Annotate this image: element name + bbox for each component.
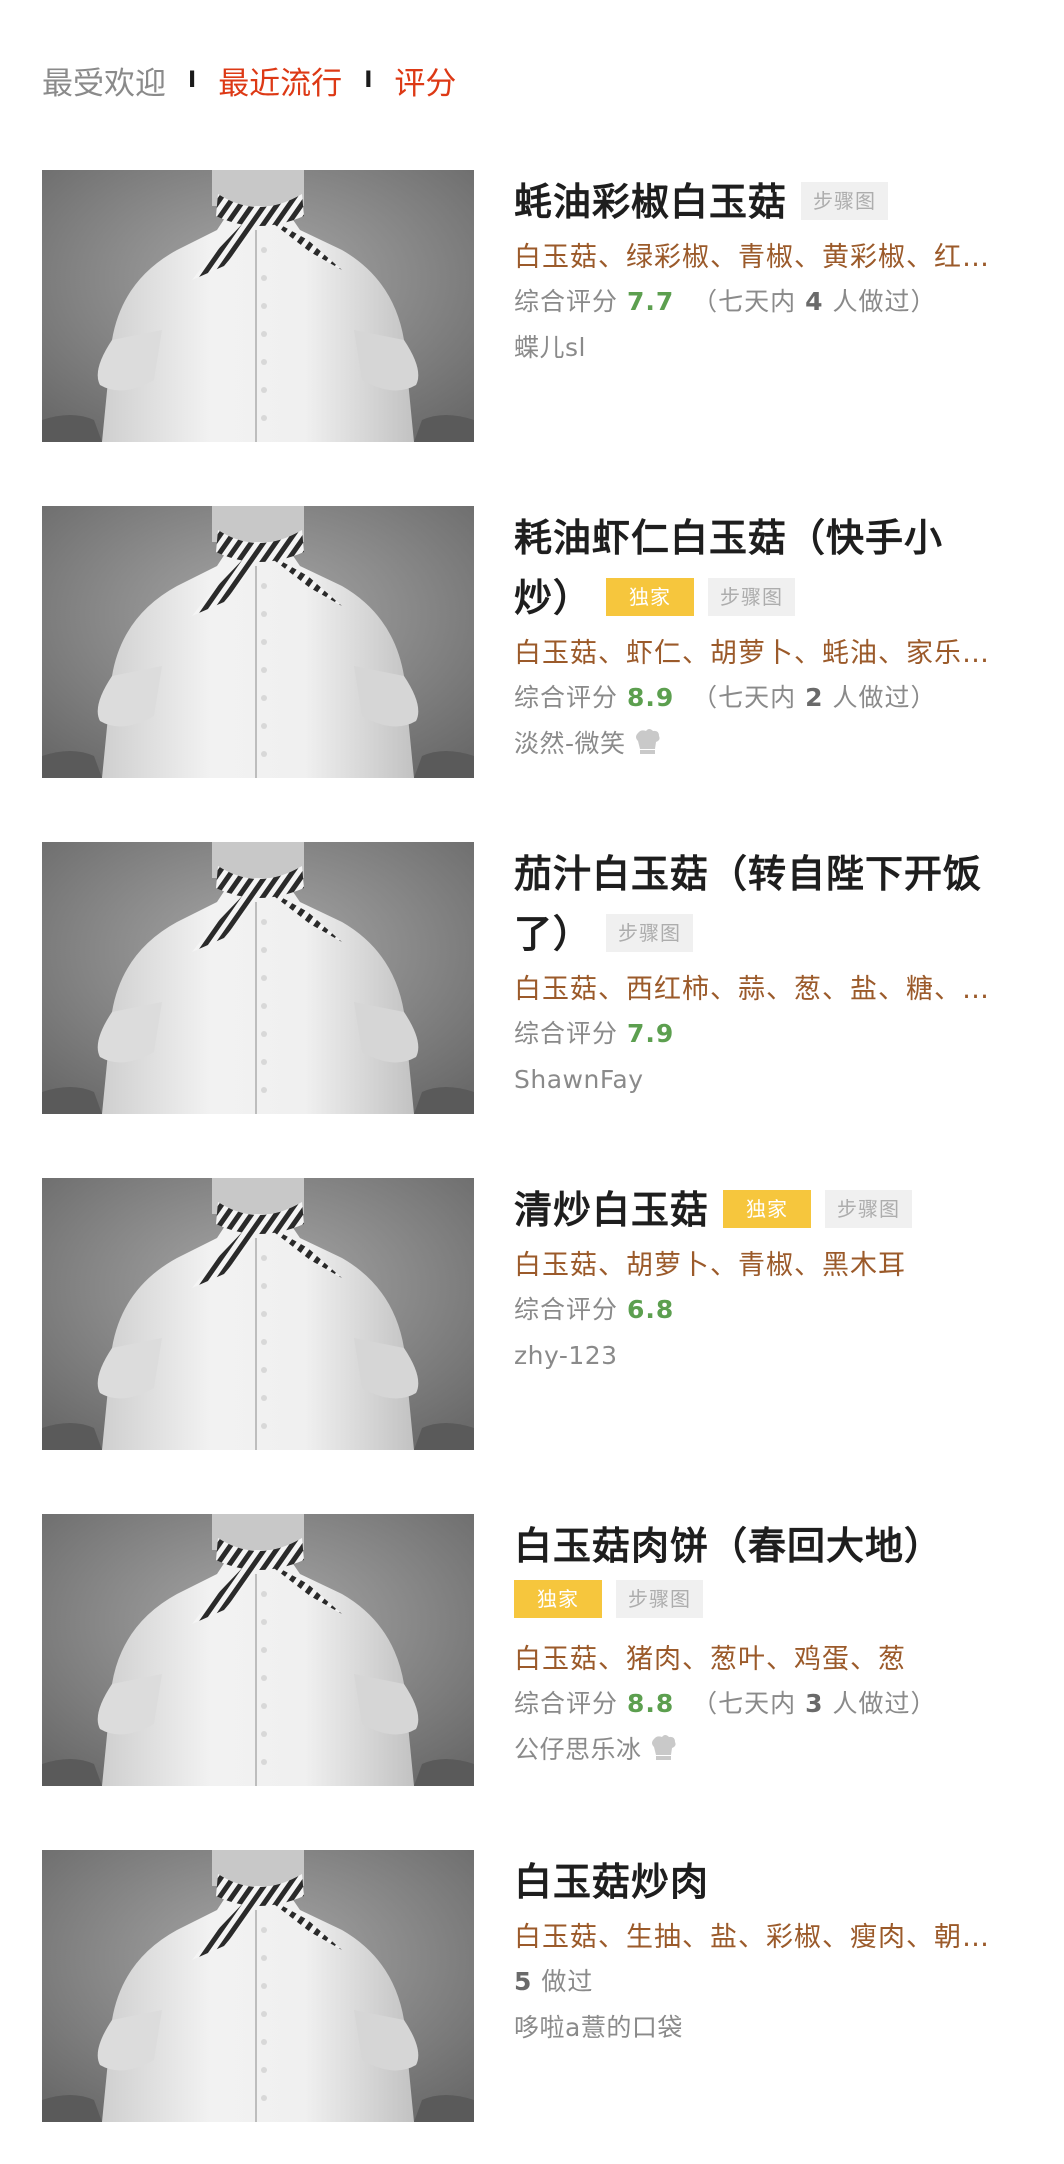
- recipe-title[interactable]: 蚝油彩椒白玉菇 步骤图: [514, 172, 1004, 232]
- rating-line: 综合评分 7.7 （七天内 4 人做过）: [514, 287, 937, 316]
- recipe-title-line2[interactable]: 炒） 独家 步骤图: [514, 568, 1004, 628]
- ingredients: 白玉菇、生抽、盐、彩椒、瘦肉、朝…: [514, 1922, 990, 1953]
- recipe-thumbnail[interactable]: [42, 842, 474, 1114]
- author-name[interactable]: 公仔思乐冰: [514, 1735, 642, 1764]
- steps-badge: 步骤图: [708, 577, 796, 616]
- made-count: 5: [514, 1967, 533, 1996]
- rating-line: 综合评分 8.8 （七天内 3 人做过）: [514, 1689, 937, 1718]
- rating-line: 综合评分 6.8: [514, 1295, 675, 1324]
- recipe-thumbnail[interactable]: [42, 506, 474, 778]
- exclusive-badge: 独家: [723, 1189, 812, 1228]
- author-name[interactable]: 淡然-微笑: [514, 729, 626, 758]
- recipe-info: 清炒白玉菇 独家 步骤图 白玉菇、胡萝卜、青椒、黑木耳 综合评分 6.8 zhy-1…: [514, 1180, 1004, 1380]
- recipe-item[interactable]: 清炒白玉菇 独家 步骤图 白玉菇、胡萝卜、青椒、黑木耳 综合评分 6.8 zhy-1…: [0, 1178, 1064, 1454]
- exclusive-badge: 独家: [606, 577, 695, 616]
- exclusive-badge: 独家: [514, 1580, 602, 1618]
- rating-line: 综合评分 8.9 （七天内 2 人做过）: [514, 683, 937, 712]
- rating-score: 7.9: [626, 1019, 675, 1048]
- recipe-thumbnail[interactable]: [42, 1850, 474, 2122]
- recipe-title-line2[interactable]: 了） 步骤图: [514, 904, 1004, 964]
- ingredients: 白玉菇、胡萝卜、青椒、黑木耳: [514, 1250, 906, 1281]
- recipe-item[interactable]: 蚝油彩椒白玉菇 步骤图 白玉菇、绿彩椒、青椒、黄彩椒、红… 综合评分 7.7 （七…: [0, 170, 1064, 446]
- ingredients: 白玉菇、绿彩椒、青椒、黄彩椒、红…: [514, 242, 990, 273]
- steps-badge: 步骤图: [606, 913, 694, 952]
- week-count: 4: [805, 287, 824, 316]
- recipe-item[interactable]: 白玉菇肉饼（春回大地） 独家 步骤图 白玉菇、猪肉、葱叶、鸡蛋、葱 综合评分 8.…: [0, 1514, 1064, 1790]
- author-row[interactable]: 淡然-微笑: [514, 720, 1004, 768]
- ingredients: 白玉菇、猪肉、葱叶、鸡蛋、葱: [514, 1644, 906, 1675]
- recipe-item[interactable]: 白玉菇炒肉 白玉菇、生抽、盐、彩椒、瘦肉、朝… 5 做过 哆啦a薏的口袋: [0, 1850, 1064, 2126]
- recipe-item[interactable]: 耗油虾仁白玉菇（快手小 炒） 独家 步骤图 白玉菇、虾仁、胡萝卜、蚝油、家乐… 综合…: [0, 506, 1064, 782]
- steps-badge: 步骤图: [825, 1189, 913, 1228]
- author-name[interactable]: 哆啦a薏的口袋: [514, 2004, 1004, 2052]
- made-count-line: 5 做过: [514, 1967, 594, 1996]
- steps-badge: 步骤图: [801, 181, 889, 220]
- rating-score: 8.9: [626, 683, 675, 712]
- recipe-title[interactable]: 耗油虾仁白玉菇（快手小: [514, 508, 1004, 568]
- recipe-info: 白玉菇炒肉 白玉菇、生抽、盐、彩椒、瘦肉、朝… 5 做过 哆啦a薏的口袋: [514, 1852, 1004, 2052]
- chef-hat-icon: [648, 1733, 678, 1763]
- chef-hat-icon: [632, 727, 662, 757]
- recipe-info: 茄汁白玉菇（转自陛下开饭 了） 步骤图 白玉菇、西红柿、蒜、葱、盐、糖、… 综合评…: [514, 844, 1004, 1104]
- author-row[interactable]: 公仔思乐冰: [514, 1726, 1004, 1774]
- recipe-info: 白玉菇肉饼（春回大地） 独家 步骤图 白玉菇、猪肉、葱叶、鸡蛋、葱 综合评分 8.…: [514, 1516, 1004, 1774]
- recipe-title[interactable]: 白玉菇炒肉: [514, 1852, 1004, 1912]
- steps-badge: 步骤图: [616, 1580, 703, 1618]
- recipe-thumbnail[interactable]: [42, 1178, 474, 1450]
- recipe-item[interactable]: 茄汁白玉菇（转自陛下开饭 了） 步骤图 白玉菇、西红柿、蒜、葱、盐、糖、… 综合评…: [0, 842, 1064, 1118]
- recipe-thumbnail[interactable]: [42, 1514, 474, 1786]
- author-name[interactable]: 蝶儿sl: [514, 324, 1004, 372]
- ingredients: 白玉菇、西红柿、蒜、葱、盐、糖、…: [514, 974, 990, 1005]
- author-name[interactable]: zhy-123: [514, 1332, 1004, 1380]
- rating-score: 8.8: [626, 1689, 675, 1718]
- author-name[interactable]: ShawnFay: [514, 1056, 1004, 1104]
- recipe-info: 蚝油彩椒白玉菇 步骤图 白玉菇、绿彩椒、青椒、黄彩椒、红… 综合评分 7.7 （七…: [514, 172, 1004, 372]
- recipe-info: 耗油虾仁白玉菇（快手小 炒） 独家 步骤图 白玉菇、虾仁、胡萝卜、蚝油、家乐… 综合…: [514, 508, 1004, 768]
- recipe-badges: 独家 步骤图: [500, 1580, 1004, 1636]
- recipe-title[interactable]: 清炒白玉菇 独家 步骤图: [514, 1180, 1004, 1240]
- recipe-title[interactable]: 白玉菇肉饼（春回大地）: [514, 1516, 1004, 1576]
- rating-score: 6.8: [626, 1295, 675, 1324]
- ingredients: 白玉菇、虾仁、胡萝卜、蚝油、家乐…: [514, 638, 990, 669]
- recipe-list: 蚝油彩椒白玉菇 步骤图 白玉菇、绿彩椒、青椒、黄彩椒、红… 综合评分 7.7 （七…: [0, 0, 1064, 2164]
- rating-score: 7.7: [626, 287, 675, 316]
- recipe-title[interactable]: 茄汁白玉菇（转自陛下开饭: [514, 844, 1004, 904]
- rating-line: 综合评分 7.9: [514, 1019, 675, 1048]
- recipe-thumbnail[interactable]: [42, 170, 474, 442]
- week-count: 3: [805, 1689, 824, 1718]
- week-count: 2: [805, 683, 824, 712]
